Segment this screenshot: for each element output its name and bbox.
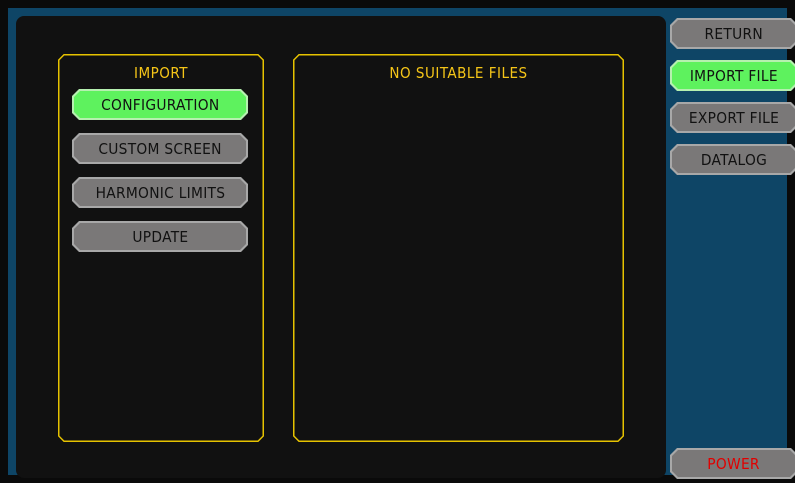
import-file-button[interactable]: IMPORT FILE — [670, 60, 795, 91]
import-file-button-label: IMPORT FILE — [689, 66, 779, 85]
configuration-button-label: CONFIGURATION — [100, 95, 220, 114]
configuration-button[interactable]: CONFIGURATION — [72, 89, 248, 120]
import-panel: IMPORT CONFIGURATION CUSTOM SCREEN HARMO… — [58, 54, 264, 442]
power-button-label: POWER — [707, 454, 761, 473]
return-button-label: RETURN — [704, 24, 764, 43]
harmonic-limits-button[interactable]: HARMONIC LIMITS — [72, 177, 248, 208]
export-file-button-label: EXPORT FILE — [688, 108, 780, 127]
files-panel-border — [293, 54, 624, 442]
custom-screen-button-label: CUSTOM SCREEN — [98, 139, 222, 158]
main-panel: IMPORT CONFIGURATION CUSTOM SCREEN HARMO… — [16, 16, 666, 478]
export-file-button[interactable]: EXPORT FILE — [670, 102, 795, 133]
update-button-label: UPDATE — [131, 227, 188, 246]
datalog-button-label: DATALOG — [700, 150, 768, 169]
update-button[interactable]: UPDATE — [72, 221, 248, 252]
power-button[interactable]: POWER — [670, 448, 795, 479]
return-button[interactable]: RETURN — [670, 18, 795, 49]
custom-screen-button[interactable]: CUSTOM SCREEN — [72, 133, 248, 164]
files-panel: NO SUITABLE FILES — [293, 54, 624, 442]
datalog-button[interactable]: DATALOG — [670, 144, 795, 175]
harmonic-limits-button-label: HARMONIC LIMITS — [95, 183, 225, 202]
import-panel-title: IMPORT — [134, 64, 188, 82]
files-panel-title: NO SUITABLE FILES — [389, 64, 528, 82]
